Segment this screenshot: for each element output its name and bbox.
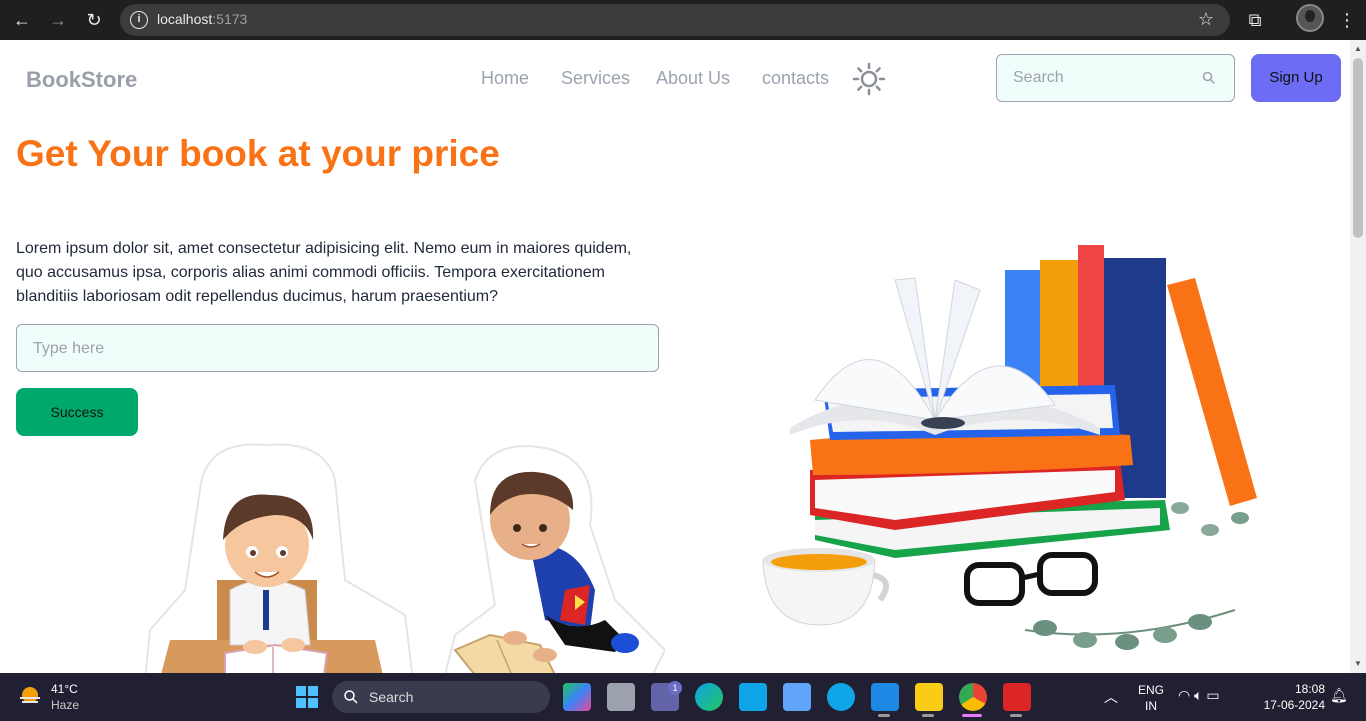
theme-sun-icon[interactable] — [852, 62, 886, 96]
nav-about-us[interactable]: About Us — [656, 68, 730, 89]
extensions-icon[interactable]: ⧉ — [1243, 6, 1267, 34]
windows-taskbar: 41°C Haze Search 1 ︿ ENG IN ◠ 🔈︎ ▭ 18:08… — [0, 673, 1366, 721]
nav-contacts[interactable]: contacts — [762, 68, 829, 89]
copilot-icon[interactable] — [563, 683, 591, 711]
mail-icon[interactable] — [739, 683, 767, 711]
lang-line2: IN — [1145, 699, 1157, 713]
nav-services[interactable]: Services — [561, 68, 630, 89]
chrome-icon[interactable] — [959, 683, 987, 711]
clock-date: 17-06-2024 — [1263, 698, 1325, 712]
search-placeholder: Search — [1013, 69, 1064, 86]
file-explorer-icon[interactable] — [915, 683, 943, 711]
wifi-icon: ◠ — [1178, 687, 1191, 703]
vscode-icon[interactable] — [871, 683, 899, 711]
browser-menu-icon[interactable]: ⋮ — [1338, 8, 1356, 32]
scrollbar-thumb[interactable] — [1353, 58, 1363, 238]
cortana-icon[interactable] — [827, 683, 855, 711]
browser-toolbar: ← → ↻ i localhost:5173 ☆ ⧉ ⋮ — [0, 0, 1366, 40]
forward-icon[interactable]: → — [44, 6, 72, 34]
site-info-icon[interactable]: i — [130, 11, 148, 29]
volume-icon: 🔈︎ — [1194, 687, 1203, 703]
page-viewport: BookStore Home Services About Us contact… — [0, 40, 1350, 673]
back-icon[interactable]: ← — [8, 6, 36, 34]
header-search-input[interactable]: Search — [996, 54, 1235, 102]
teams-badge: 1 — [668, 681, 682, 695]
nav-home[interactable]: Home — [481, 68, 529, 89]
signup-button[interactable]: Sign Up — [1251, 54, 1341, 102]
search-icon — [1202, 71, 1216, 85]
scroll-down-icon[interactable]: ▼ — [1353, 659, 1363, 669]
vscode-running-indicator — [878, 714, 890, 717]
success-button[interactable]: Success — [16, 388, 138, 436]
language-indicator[interactable]: ENG IN — [1138, 682, 1164, 714]
notepad-icon[interactable] — [783, 683, 811, 711]
lang-line1: ENG — [1138, 683, 1165, 697]
weather-haze-icon[interactable] — [18, 685, 42, 709]
clock-time: 18:08 — [1294, 682, 1325, 696]
url-text: localhost:5173 — [157, 11, 248, 27]
windows-start-icon[interactable] — [296, 686, 318, 708]
books-stack-illustration — [762, 245, 1257, 650]
taskbar-search-icon — [344, 690, 358, 704]
reload-icon[interactable]: ↻ — [80, 6, 108, 34]
acrobat-running-indicator — [1010, 714, 1022, 717]
hidden-icons-caret-icon[interactable]: ︿ — [1104, 687, 1118, 707]
hero-title: Get Your book at your price — [16, 133, 500, 174]
profile-avatar[interactable] — [1296, 4, 1324, 32]
chrome-active-indicator — [962, 714, 982, 717]
scroll-up-icon[interactable]: ▲ — [1353, 44, 1363, 54]
taskbar-search-label: Search — [369, 689, 414, 705]
weather-temperature[interactable]: 41°C — [51, 682, 78, 696]
taskbar-search[interactable]: Search — [332, 681, 550, 713]
explorer-running-indicator — [922, 714, 934, 717]
bookmark-star-icon[interactable]: ☆ — [1198, 9, 1214, 30]
kids-reading-illustration — [145, 443, 665, 673]
brand-logo[interactable]: BookStore — [26, 67, 137, 93]
page-scrollbar[interactable]: ▲ ▼ — [1350, 40, 1366, 673]
system-tray-icons[interactable]: ◠ 🔈︎ ▭ — [1178, 687, 1220, 704]
hero-text-input[interactable]: Type here — [16, 324, 659, 372]
hero-description: Lorem ipsum dolor sit, amet consectetur … — [16, 240, 632, 305]
edge-icon[interactable] — [695, 683, 723, 711]
notification-bell-icon[interactable]: 🔔︎ — [1330, 687, 1348, 704]
address-bar[interactable]: i localhost:5173 ☆ — [120, 4, 1230, 36]
acrobat-icon[interactable] — [1003, 683, 1031, 711]
battery-icon: ▭ — [1206, 687, 1220, 703]
clock[interactable]: 18:08 17-06-2024 — [1255, 681, 1325, 713]
weather-condition[interactable]: Haze — [51, 698, 79, 712]
hero-input-placeholder: Type here — [33, 340, 105, 357]
task-view-icon[interactable] — [607, 683, 635, 711]
